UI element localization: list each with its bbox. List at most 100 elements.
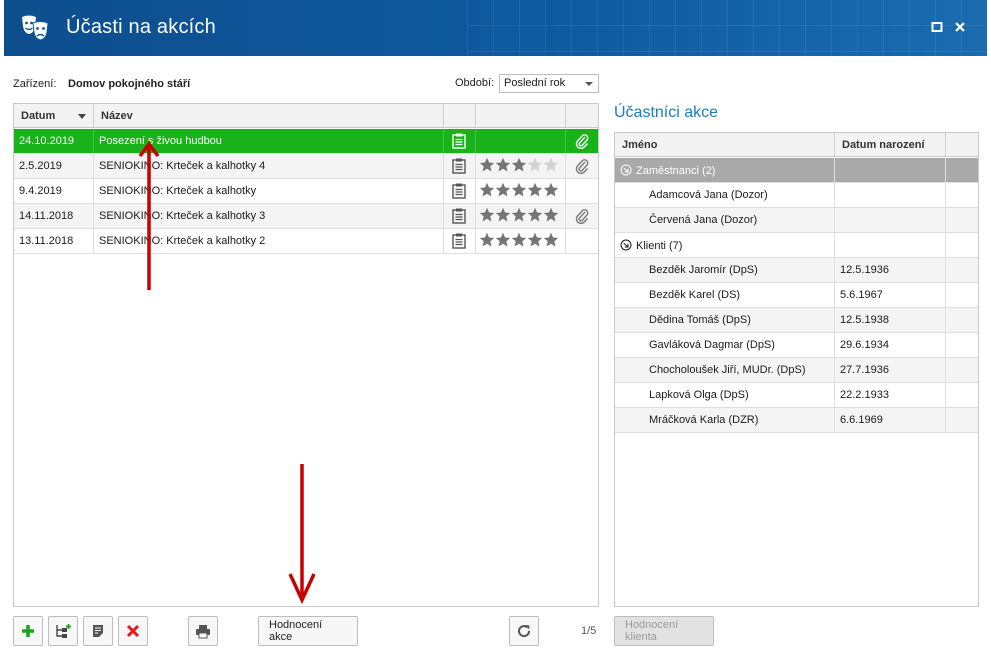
participant-extra (946, 283, 978, 307)
event-note[interactable] (444, 154, 476, 178)
participants-title: Účastníci akce (614, 104, 719, 121)
event-attachment[interactable] (566, 129, 598, 153)
refresh-icon (518, 625, 531, 638)
star-icon (479, 232, 495, 247)
print-button[interactable] (188, 616, 218, 646)
list-item[interactable]: Bezděk Jaromír (DpS) 12.5.1936 (615, 258, 978, 283)
collapse-icon[interactable] (620, 164, 632, 176)
participant-name: Červená Jana (Dozor) (615, 208, 835, 232)
column-header-name[interactable]: Název (94, 104, 444, 128)
participant-birth-date: 6.6.1969 (835, 408, 946, 432)
participant-name: Adamcová Jana (Dozor) (615, 183, 835, 207)
column-header-person-name[interactable]: Jméno (615, 133, 835, 157)
star-icon (527, 232, 543, 247)
table-row[interactable]: 2.5.2019 SENIOKINO: Krteček a kalhotky 4 (14, 154, 598, 179)
list-item[interactable]: Červená Jana (Dozor) (615, 208, 978, 233)
group-label: Klienti (7) (636, 240, 683, 252)
event-date: 9.4.2019 (14, 179, 94, 203)
event-attachment[interactable] (566, 204, 598, 228)
event-rating (476, 179, 566, 203)
table-row[interactable]: 13.11.2018 SENIOKINO: Krteček a kalhotky … (14, 229, 598, 254)
pager: 1/5 (581, 625, 597, 637)
group-extra-cell (946, 158, 978, 182)
group-label-cell: Klienti (7) (615, 233, 835, 257)
add-button[interactable] (13, 616, 43, 646)
star-icon (495, 207, 511, 222)
star-icon (543, 232, 559, 247)
star-icon (511, 182, 527, 197)
participant-extra (946, 258, 978, 282)
chevron-down-icon (585, 82, 593, 86)
participant-extra (946, 383, 978, 407)
event-attachment[interactable] (566, 179, 598, 203)
star-icon (543, 182, 559, 197)
column-header-rating[interactable] (476, 104, 566, 128)
event-attachment[interactable] (566, 229, 598, 253)
table-row[interactable]: 14.11.2018 SENIOKINO: Krteček a kalhotky … (14, 204, 598, 229)
clipboard-icon (452, 158, 466, 174)
table-row[interactable]: 9.4.2019 SENIOKINO: Krteček a kalhotky (14, 179, 598, 204)
star-icon (511, 207, 527, 222)
period-select[interactable]: Poslední rok (499, 74, 599, 93)
column-header-note[interactable] (444, 104, 476, 128)
list-item[interactable]: Bezděk Karel (DS) 5.6.1967 (615, 283, 978, 308)
group-label: Zaměstnanci (2) (636, 165, 716, 177)
facility-label: Zařízení: (13, 78, 57, 90)
list-item[interactable]: Chocholoušek Jiří, MUDr. (DpS) 27.7.1936 (615, 358, 978, 383)
list-item[interactable]: Dědina Tomáš (DpS) 12.5.1938 (615, 308, 978, 333)
table-row[interactable]: 24.10.2019 Posezení s živou hudbou (14, 129, 598, 154)
maximize-icon[interactable] (930, 20, 944, 34)
titlebar-pattern (467, 0, 987, 56)
group-row[interactable]: Klienti (7) (615, 233, 978, 258)
event-note[interactable] (444, 204, 476, 228)
event-note[interactable] (444, 229, 476, 253)
participant-birth-date (835, 183, 946, 207)
rate-client-button[interactable]: Hodnocení klienta (614, 616, 714, 646)
delete-x-icon (126, 624, 140, 638)
period-label: Období: (455, 77, 495, 89)
column-header-birth-date[interactable]: Datum narození (835, 133, 946, 157)
event-rating (476, 129, 566, 153)
rate-event-button[interactable]: Hodnocení akce (258, 616, 358, 646)
list-item[interactable]: Gavláková Dagmar (DpS) 29.6.1934 (615, 333, 978, 358)
group-extra-cell (946, 233, 978, 257)
collapse-icon[interactable] (620, 239, 632, 251)
participant-name: Bezděk Karel (DS) (615, 283, 835, 307)
event-date: 14.11.2018 (14, 204, 94, 228)
event-note[interactable] (444, 179, 476, 203)
edit-button[interactable] (83, 616, 113, 646)
participant-birth-date: 12.5.1938 (835, 308, 946, 332)
refresh-button[interactable] (509, 616, 539, 646)
list-item[interactable]: Lapková Olga (DpS) 22.2.1933 (615, 383, 978, 408)
close-icon[interactable] (953, 20, 967, 34)
sort-desc-icon (78, 114, 86, 119)
group-birth-cell (835, 158, 946, 182)
star-icon (479, 182, 495, 197)
add-sub-item-button[interactable] (48, 616, 78, 646)
participant-birth-date: 27.7.1936 (835, 358, 946, 382)
column-header-extra[interactable] (946, 133, 978, 157)
list-item[interactable]: Adamcová Jana (Dozor) (615, 183, 978, 208)
plus-icon (22, 625, 34, 637)
star-icon (495, 182, 511, 197)
event-attachment[interactable] (566, 154, 598, 178)
clipboard-icon (452, 233, 466, 249)
participant-name: Lapková Olga (DpS) (615, 383, 835, 407)
theater-masks-icon (22, 15, 49, 41)
participant-birth-date: 12.5.1936 (835, 258, 946, 282)
clipboard-icon (452, 133, 466, 149)
participants-table-header: Jméno Datum narození (615, 133, 978, 157)
paperclip-icon (575, 134, 589, 150)
participant-birth-date: 22.2.1933 (835, 383, 946, 407)
star-icon (527, 182, 543, 197)
list-item[interactable]: Mráčková Karla (DZR) 6.6.1969 (615, 408, 978, 433)
participant-name: Chocholoušek Jiří, MUDr. (DpS) (615, 358, 835, 382)
column-header-date[interactable]: Datum (14, 104, 94, 128)
event-note[interactable] (444, 129, 476, 153)
participant-birth-date: 29.6.1934 (835, 333, 946, 357)
star-icon (543, 207, 559, 222)
column-header-attachment[interactable] (566, 104, 598, 128)
group-row[interactable]: Zaměstnanci (2) (615, 158, 978, 183)
delete-button[interactable] (118, 616, 148, 646)
clipboard-icon (452, 183, 466, 199)
